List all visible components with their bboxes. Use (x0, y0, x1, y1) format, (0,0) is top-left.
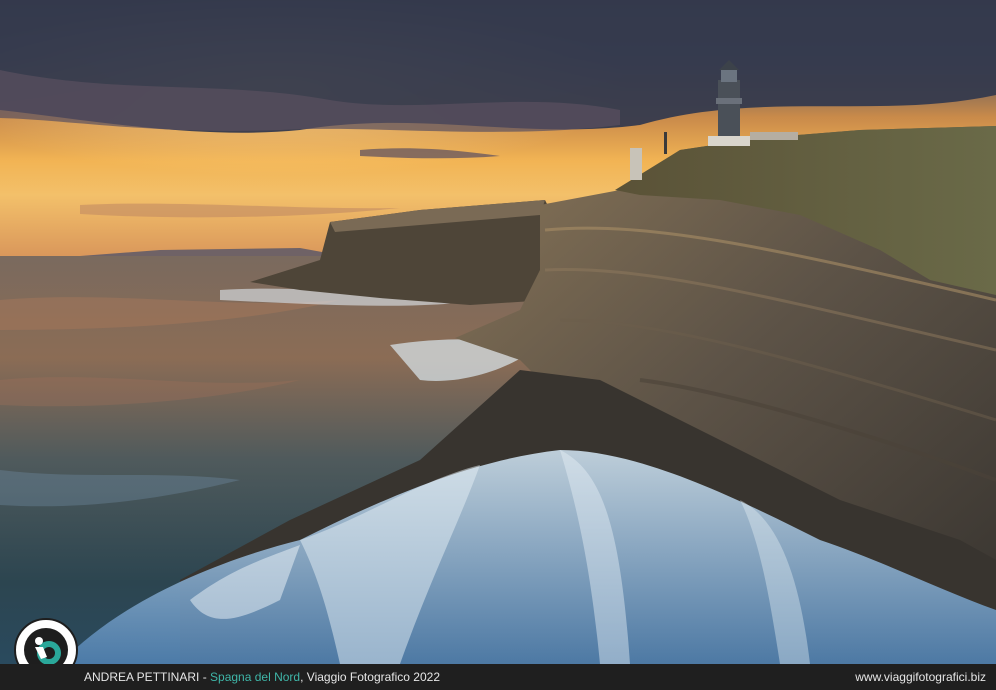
author-name: ANDREA PETTINARI (84, 670, 200, 684)
building (750, 132, 798, 140)
trip-name: Spagna del Nord (210, 670, 301, 684)
monument (630, 148, 642, 180)
lighthouse-cliff-scene (0, 0, 996, 664)
caption-bar: ANDREA PETTINARI - Spagna del Nord, Viag… (0, 664, 996, 690)
photo-credit: ANDREA PETTINARI - Spagna del Nord, Viag… (84, 670, 440, 684)
post (664, 132, 667, 154)
website-link[interactable]: www.viaggifotografici.biz (855, 670, 986, 684)
separator: , (300, 670, 307, 684)
landscape-photo (0, 0, 996, 664)
tour-name: Viaggio Fotografico 2022 (306, 670, 440, 684)
separator: - (199, 670, 211, 684)
photographer-logo-icon (13, 617, 79, 664)
